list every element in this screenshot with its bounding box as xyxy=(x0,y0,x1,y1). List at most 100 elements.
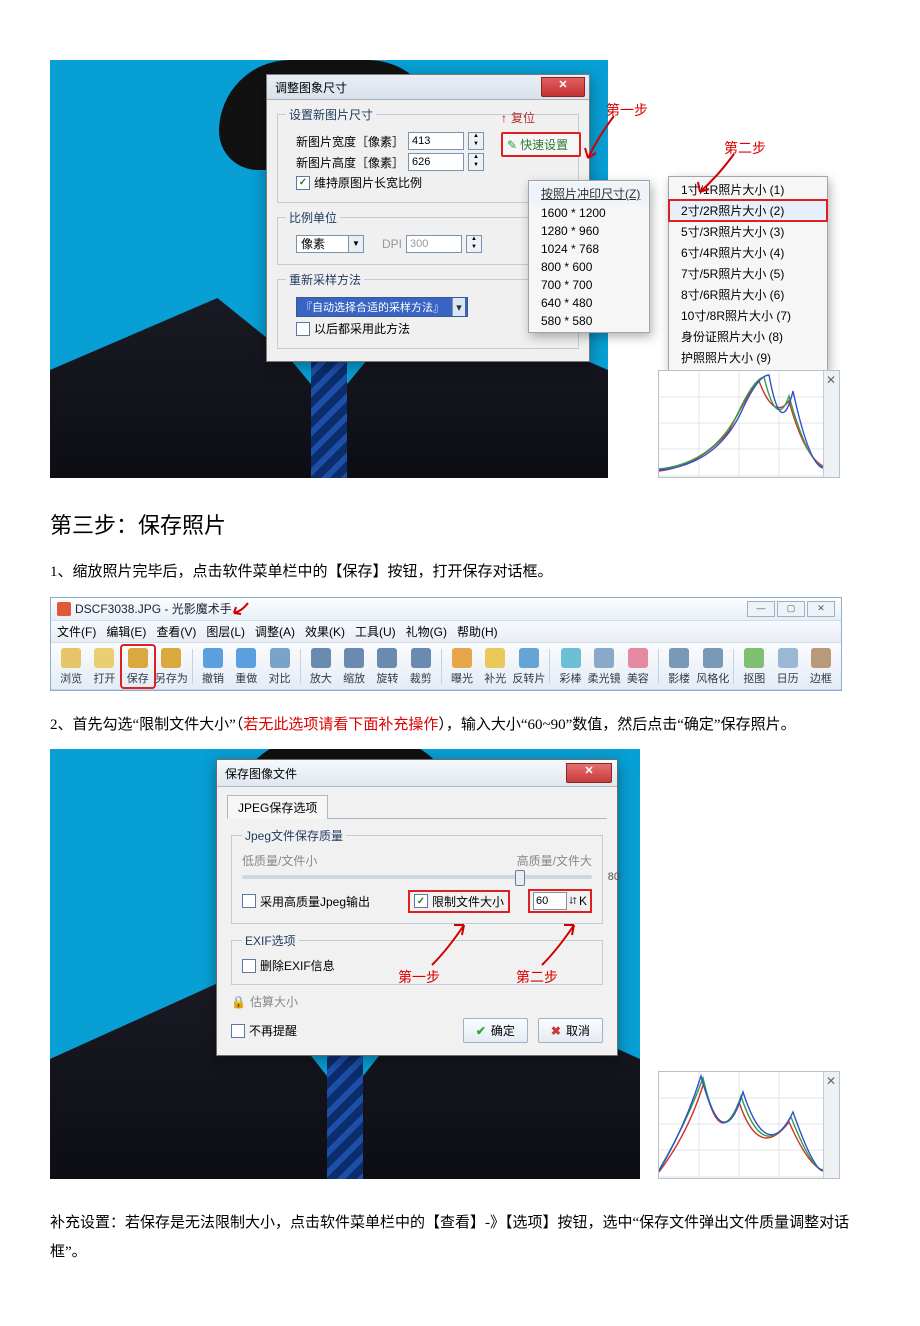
toolbar-label: 抠图 xyxy=(743,670,765,686)
print-size-submenu[interactable]: 1寸/1R照片大小 (1) 2寸/2R照片大小 (2) 5寸/3R照片大小 (3… xyxy=(668,176,828,371)
panel-close-icon[interactable]: ✕ xyxy=(823,371,838,477)
toolbar-label: 撤销 xyxy=(202,670,224,686)
unit-combo[interactable]: 像素 ▼ xyxy=(296,235,364,253)
print-size-item[interactable]: 7寸/5R照片大小 (5) xyxy=(669,263,827,284)
size-item[interactable]: 1024 * 768 xyxy=(529,240,649,258)
no-remind-checkbox[interactable] xyxy=(231,1024,245,1038)
toolbar-button-抠图[interactable]: 抠图 xyxy=(738,646,770,687)
print-size-item[interactable]: 1寸/1R照片大小 (1) xyxy=(669,179,827,200)
toolbar-label: 风格化 xyxy=(696,670,729,686)
size-item[interactable]: 1600 * 1200 xyxy=(529,204,649,222)
tab-jpeg[interactable]: JPEG保存选项 xyxy=(227,795,328,819)
toolbar-icon xyxy=(519,648,539,668)
arrow-step2-icon xyxy=(694,152,738,202)
close-button[interactable]: ✕ xyxy=(541,77,585,97)
size-item[interactable]: 800 * 600 xyxy=(529,258,649,276)
toolbar-button-风格化[interactable]: 风格化 xyxy=(696,646,729,687)
estimate-size-link[interactable]: 🔒 估算大小 xyxy=(231,993,603,1010)
toolbar-button-另存为[interactable]: 另存为 xyxy=(155,646,188,687)
minimize-button[interactable]: — xyxy=(747,601,775,617)
panel-close-icon[interactable]: ✕ xyxy=(823,1072,838,1178)
print-size-item[interactable]: 10寸/8R照片大小 (7) xyxy=(669,305,827,326)
menu-help[interactable]: 帮助(H) xyxy=(457,623,498,640)
dialog-titlebar[interactable]: 调整图象尺寸 ✕ xyxy=(267,75,589,100)
toolbar-icon xyxy=(236,648,256,668)
print-size-item[interactable]: 护照照片大小 (9) xyxy=(669,347,827,368)
menu-header[interactable]: 按照片冲印尺寸(Z) xyxy=(529,183,649,204)
app-window: DSCF3038.JPG - 光影魔术手 — ▢ ✕ 文件(F) 编辑(E) 查… xyxy=(50,597,842,691)
keep-ratio-checkbox[interactable]: ✓ xyxy=(296,176,310,190)
save-dialog-title: 保存图像文件 xyxy=(225,765,297,782)
size-item[interactable]: 1280 * 960 xyxy=(529,222,649,240)
toolbar-button-裁剪[interactable]: 裁剪 xyxy=(405,646,437,687)
limit-size-input[interactable]: 60 xyxy=(533,892,567,910)
print-size-item[interactable]: 8寸/6R照片大小 (6) xyxy=(669,284,827,305)
limit-size-unit: K xyxy=(579,894,587,908)
toolbar-button-曝光[interactable]: 曝光 xyxy=(446,646,478,687)
toolbar-button-打开[interactable]: 打开 xyxy=(88,646,120,687)
limit-size-checkbox[interactable]: ✓ xyxy=(414,894,428,908)
no-remind-label: 不再提醒 xyxy=(249,1022,297,1039)
toolbar-button-补光[interactable]: 补光 xyxy=(479,646,511,687)
print-size-item[interactable]: 5寸/3R照片大小 (3) xyxy=(669,221,827,242)
menu-adjust[interactable]: 调整(A) xyxy=(255,623,295,640)
toolbar-button-影楼[interactable]: 影楼 xyxy=(663,646,695,687)
toolbar-button-放大[interactable]: 放大 xyxy=(305,646,337,687)
height-spinner[interactable]: ▲▼ xyxy=(468,153,484,171)
size-item[interactable]: 700 * 700 xyxy=(529,276,649,294)
print-size-item[interactable]: 身份证照片大小 (8) xyxy=(669,326,827,347)
quality-slider[interactable]: 80 xyxy=(242,875,592,879)
menu-layer[interactable]: 图层(L) xyxy=(206,623,245,640)
save-dialog: 保存图像文件 ✕ JPEG保存选项 Jpeg文件保存质量 低质量/文件小 高质量… xyxy=(216,759,618,1056)
menu-edit[interactable]: 编辑(E) xyxy=(106,623,146,640)
reset-button[interactable]: ↑ 复位 xyxy=(501,109,581,126)
toolbar-button-重做[interactable]: 重做 xyxy=(230,646,262,687)
quick-size-menu[interactable]: 按照片冲印尺寸(Z) 1600 * 1200 1280 * 960 1024 *… xyxy=(528,180,650,333)
toolbar-button-撤销[interactable]: 撤销 xyxy=(197,646,229,687)
toolbar-button-反转片[interactable]: 反转片 xyxy=(512,646,545,687)
toolbar-button-浏览[interactable]: 浏览 xyxy=(55,646,87,687)
menubar[interactable]: 文件(F) 编辑(E) 查看(V) 图层(L) 调整(A) 效果(K) 工具(U… xyxy=(51,620,841,643)
close-button[interactable]: ✕ xyxy=(807,601,835,617)
toolbar-button-对比[interactable]: 对比 xyxy=(263,646,295,687)
size-item[interactable]: 580 * 580 xyxy=(529,312,649,330)
always-use-checkbox[interactable] xyxy=(296,322,310,336)
quick-settings-button[interactable]: ✎ 快速设置 xyxy=(501,132,581,157)
toolbar-button-保存[interactable]: 保存 xyxy=(122,646,154,687)
width-spinner[interactable]: ▲▼ xyxy=(468,132,484,150)
print-size-item[interactable]: 6寸/4R照片大小 (4) xyxy=(669,242,827,263)
x-icon: ✖ xyxy=(551,1024,561,1038)
toolbar-button-日历[interactable]: 日历 xyxy=(771,646,803,687)
resample-combo[interactable]: 『自动选择合适的采样方法』 xyxy=(296,297,468,317)
save-dialog-titlebar[interactable]: 保存图像文件 ✕ xyxy=(217,760,617,787)
menu-view[interactable]: 查看(V) xyxy=(156,623,196,640)
toolbar-button-彩棒[interactable]: 彩棒 xyxy=(554,646,586,687)
annotation-step1: 第一步 xyxy=(398,967,440,987)
delete-exif-checkbox[interactable] xyxy=(242,959,256,973)
size-item[interactable]: 640 * 480 xyxy=(529,294,649,312)
close-button[interactable]: ✕ xyxy=(566,763,612,783)
toolbar-button-旋转[interactable]: 旋转 xyxy=(371,646,403,687)
stepper-icon[interactable]: ⮃ xyxy=(569,896,577,907)
menu-file[interactable]: 文件(F) xyxy=(57,623,96,640)
menu-effect[interactable]: 效果(K) xyxy=(305,623,345,640)
height-input[interactable]: 626 xyxy=(408,153,464,171)
maximize-button[interactable]: ▢ xyxy=(777,601,805,617)
print-size-item-selected[interactable]: 2寸/2R照片大小 (2) xyxy=(669,200,827,221)
toolbar-button-缩放[interactable]: 缩放 xyxy=(338,646,370,687)
menu-tools[interactable]: 工具(U) xyxy=(355,623,396,640)
width-input[interactable]: 413 xyxy=(408,132,464,150)
menu-gift[interactable]: 礼物(G) xyxy=(406,623,447,640)
window-buttons[interactable]: — ▢ ✕ xyxy=(747,601,835,617)
app-titlebar[interactable]: DSCF3038.JPG - 光影魔术手 — ▢ ✕ xyxy=(51,598,841,620)
ok-button[interactable]: ✔ 确定 xyxy=(463,1018,528,1043)
cancel-button[interactable]: ✖ 取消 xyxy=(538,1018,603,1043)
dpi-spinner[interactable]: ▲▼ xyxy=(466,235,482,253)
toolbar-button-美容[interactable]: 美容 xyxy=(622,646,654,687)
dpi-input[interactable]: 300 xyxy=(406,235,462,253)
toolbar-label: 放大 xyxy=(310,670,332,686)
toolbar-button-边框[interactable]: 边框 xyxy=(805,646,837,687)
delete-exif-label: 删除EXIF信息 xyxy=(260,957,335,974)
hq-output-checkbox[interactable] xyxy=(242,894,256,908)
toolbar-button-柔光镜[interactable]: 柔光镜 xyxy=(588,646,621,687)
